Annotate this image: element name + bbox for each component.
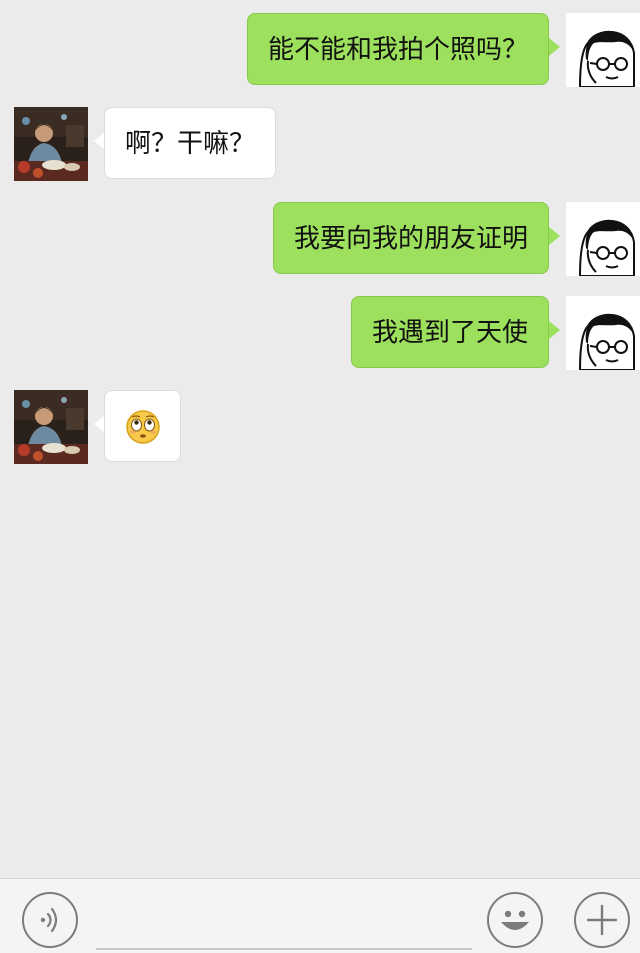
my-avatar[interactable] [566,296,640,370]
message-row [0,390,640,464]
plus-icon [586,904,618,936]
message-text: 我要向我的朋友证明 [293,224,528,254]
message-row: 能不能和我拍个照吗？ [0,13,640,87]
message-input[interactable] [96,948,472,950]
message-text: 我遇到了天使 [371,318,528,348]
message-bubble[interactable]: 我要向我的朋友证明 [272,202,549,274]
message-bubble[interactable]: 能不能和我拍个照吗？ [246,13,549,85]
message-text: 啊？干嘛？ [125,129,256,159]
bubble-tail [549,227,560,245]
chat-area[interactable]: 能不能和我拍个照吗？ 啊？干嘛？ 我要向我的朋友证明 我遇到了天使 [0,0,640,878]
message-bubble[interactable]: 啊？干嘛？ [104,107,277,179]
voice-button[interactable] [22,892,78,948]
flushed-face-icon [126,410,160,444]
message-text: 能不能和我拍个照吗？ [267,35,528,65]
cartoon-man-with-glasses-icon [566,13,640,87]
message-row: 我遇到了天使 [0,296,640,370]
smiley-icon [501,910,529,930]
contact-avatar[interactable] [14,390,88,464]
message-row: 我要向我的朋友证明 [0,202,640,276]
voice-icon [40,907,58,933]
bubble-tail [549,38,560,56]
more-button[interactable] [574,892,630,948]
my-avatar[interactable] [566,13,640,87]
cartoon-man-with-glasses-icon [566,296,640,370]
contact-avatar[interactable] [14,107,88,181]
person-photo-icon [14,390,88,464]
message-row: 啊？干嘛？ [0,107,640,181]
emoji-button[interactable] [487,892,543,948]
message-bubble[interactable]: 我遇到了天使 [350,296,549,368]
cartoon-man-with-glasses-icon [566,202,640,276]
bubble-tail [549,321,560,339]
chat-input-toolbar [0,878,640,953]
message-bubble[interactable] [104,390,181,462]
my-avatar[interactable] [566,202,640,276]
person-photo-icon [14,107,88,181]
